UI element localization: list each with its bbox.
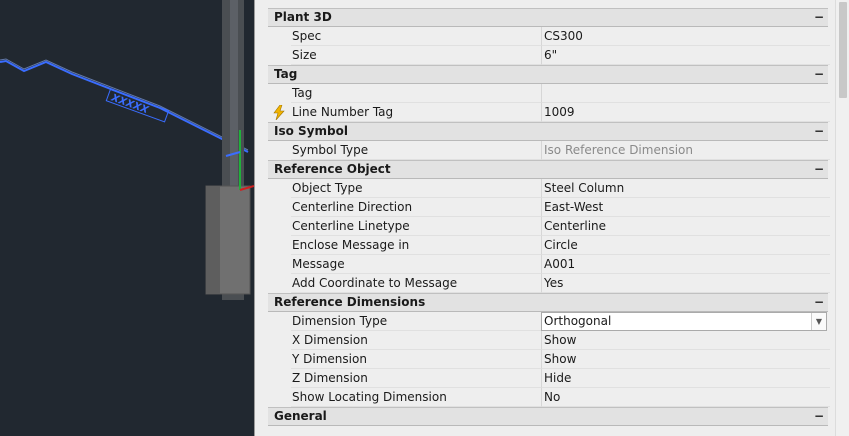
property-name: Symbol Type (291, 141, 542, 160)
property-name: Z Dimension (291, 369, 542, 388)
property-row[interactable]: Spec CS300 (268, 27, 830, 46)
category-tag[interactable]: Tag − (268, 65, 828, 84)
row-gutter (268, 27, 291, 46)
category-label: Reference Dimensions (274, 295, 426, 309)
property-row[interactable]: Enclose Message in Circle (268, 236, 830, 255)
model-viewport[interactable]: XXXXX (0, 0, 254, 436)
property-value[interactable]: Centerline (541, 217, 830, 236)
property-name: Size (291, 46, 542, 65)
property-value[interactable]: Iso Reference Dimension (541, 141, 830, 160)
scrollbar-thumb[interactable] (839, 2, 847, 98)
collapse-toggle-icon[interactable]: − (813, 163, 825, 175)
category-general[interactable]: General − (268, 407, 828, 426)
property-value[interactable]: Show (541, 350, 830, 369)
category-plant-3d[interactable]: Plant 3D − (268, 8, 828, 27)
collapse-toggle-icon[interactable]: − (813, 11, 825, 23)
property-value[interactable]: Steel Column (541, 179, 830, 198)
property-row[interactable]: Message A001 (268, 255, 830, 274)
palette-scrollbar[interactable] (835, 0, 849, 436)
properties-palette: Plant 3D − Spec CS300 Size 6" Tag − Tag Line Numb… (254, 0, 849, 436)
row-gutter (268, 255, 291, 274)
property-row[interactable]: Dimension Type Orthogonal ▼ (268, 312, 828, 331)
property-name: Show Locating Dimension (291, 388, 542, 407)
property-row[interactable]: Add Coordinate to Message Yes (268, 274, 830, 293)
viewport-canvas: XXXXX (0, 0, 254, 300)
row-gutter (268, 388, 291, 407)
category-label: Plant 3D (274, 10, 332, 24)
property-name: X Dimension (291, 331, 542, 350)
property-value[interactable]: Show (541, 331, 830, 350)
property-value[interactable]: Hide (541, 369, 830, 388)
collapse-toggle-icon[interactable]: − (813, 125, 825, 137)
property-value[interactable]: CS300 (541, 27, 830, 46)
row-gutter (268, 274, 291, 293)
property-name: Spec (291, 27, 542, 46)
category-reference-dimensions[interactable]: Reference Dimensions − (268, 293, 828, 312)
row-gutter (268, 217, 291, 236)
property-row[interactable]: Centerline Linetype Centerline (268, 217, 830, 236)
property-name: Message (291, 255, 542, 274)
property-row[interactable]: Object Type Steel Column (268, 179, 830, 198)
category-reference-object[interactable]: Reference Object − (268, 160, 828, 179)
property-value[interactable]: 1009 (541, 103, 830, 122)
category-iso-symbol[interactable]: Iso Symbol − (268, 122, 828, 141)
category-label: Iso Symbol (274, 124, 348, 138)
column-edge (230, 0, 238, 200)
property-name: Enclose Message in (291, 236, 542, 255)
dimension-type-dropdown[interactable]: Orthogonal ▼ (541, 312, 827, 331)
property-row[interactable]: Line Number Tag 1009 (268, 103, 830, 122)
category-label: General (274, 409, 327, 423)
property-row[interactable]: Tag (268, 84, 830, 103)
row-gutter (268, 331, 291, 350)
row-gutter (268, 141, 291, 160)
row-gutter (268, 369, 291, 388)
lightning-bolt-icon (273, 105, 285, 120)
property-value[interactable] (541, 84, 830, 103)
category-label: Tag (274, 67, 298, 81)
property-value[interactable]: 6" (541, 46, 830, 65)
property-name: Add Coordinate to Message (291, 274, 542, 293)
property-row[interactable]: Z Dimension Hide (268, 369, 830, 388)
row-gutter (268, 236, 291, 255)
row-gutter (268, 46, 291, 65)
property-name: Centerline Direction (291, 198, 542, 217)
row-gutter (268, 350, 291, 369)
property-row[interactable]: Y Dimension Show (268, 350, 830, 369)
property-row[interactable]: Centerline Direction East-West (268, 198, 830, 217)
property-row[interactable]: Symbol Type Iso Reference Dimension (268, 141, 830, 160)
property-value[interactable]: No (541, 388, 830, 407)
property-name: Centerline Linetype (291, 217, 542, 236)
row-gutter (268, 312, 291, 331)
column-base-side (206, 186, 220, 294)
property-name: Line Number Tag (291, 103, 542, 122)
property-value[interactable]: Yes (541, 274, 830, 293)
row-gutter (268, 198, 291, 217)
dropdown-value: Orthogonal (544, 314, 612, 328)
chevron-down-icon[interactable]: ▼ (811, 313, 826, 330)
property-grid: Plant 3D − Spec CS300 Size 6" Tag − Tag Line Numb… (268, 0, 830, 436)
property-value[interactable]: East-West (541, 198, 830, 217)
collapse-toggle-icon[interactable]: − (813, 296, 825, 308)
property-name: Y Dimension (291, 350, 542, 369)
property-row[interactable]: X Dimension Show (268, 331, 830, 350)
property-value[interactable]: A001 (541, 255, 830, 274)
property-name: Tag (291, 84, 542, 103)
property-row[interactable]: Show Locating Dimension No (268, 388, 830, 407)
category-label: Reference Object (274, 162, 391, 176)
collapse-toggle-icon[interactable]: − (813, 410, 825, 422)
property-value[interactable]: Circle (541, 236, 830, 255)
row-gutter (268, 84, 291, 103)
row-gutter (268, 179, 291, 198)
row-gutter (268, 103, 291, 122)
collapse-toggle-icon[interactable]: − (813, 68, 825, 80)
property-name: Dimension Type (291, 312, 542, 331)
property-name: Object Type (291, 179, 542, 198)
property-row[interactable]: Size 6" (268, 46, 830, 65)
